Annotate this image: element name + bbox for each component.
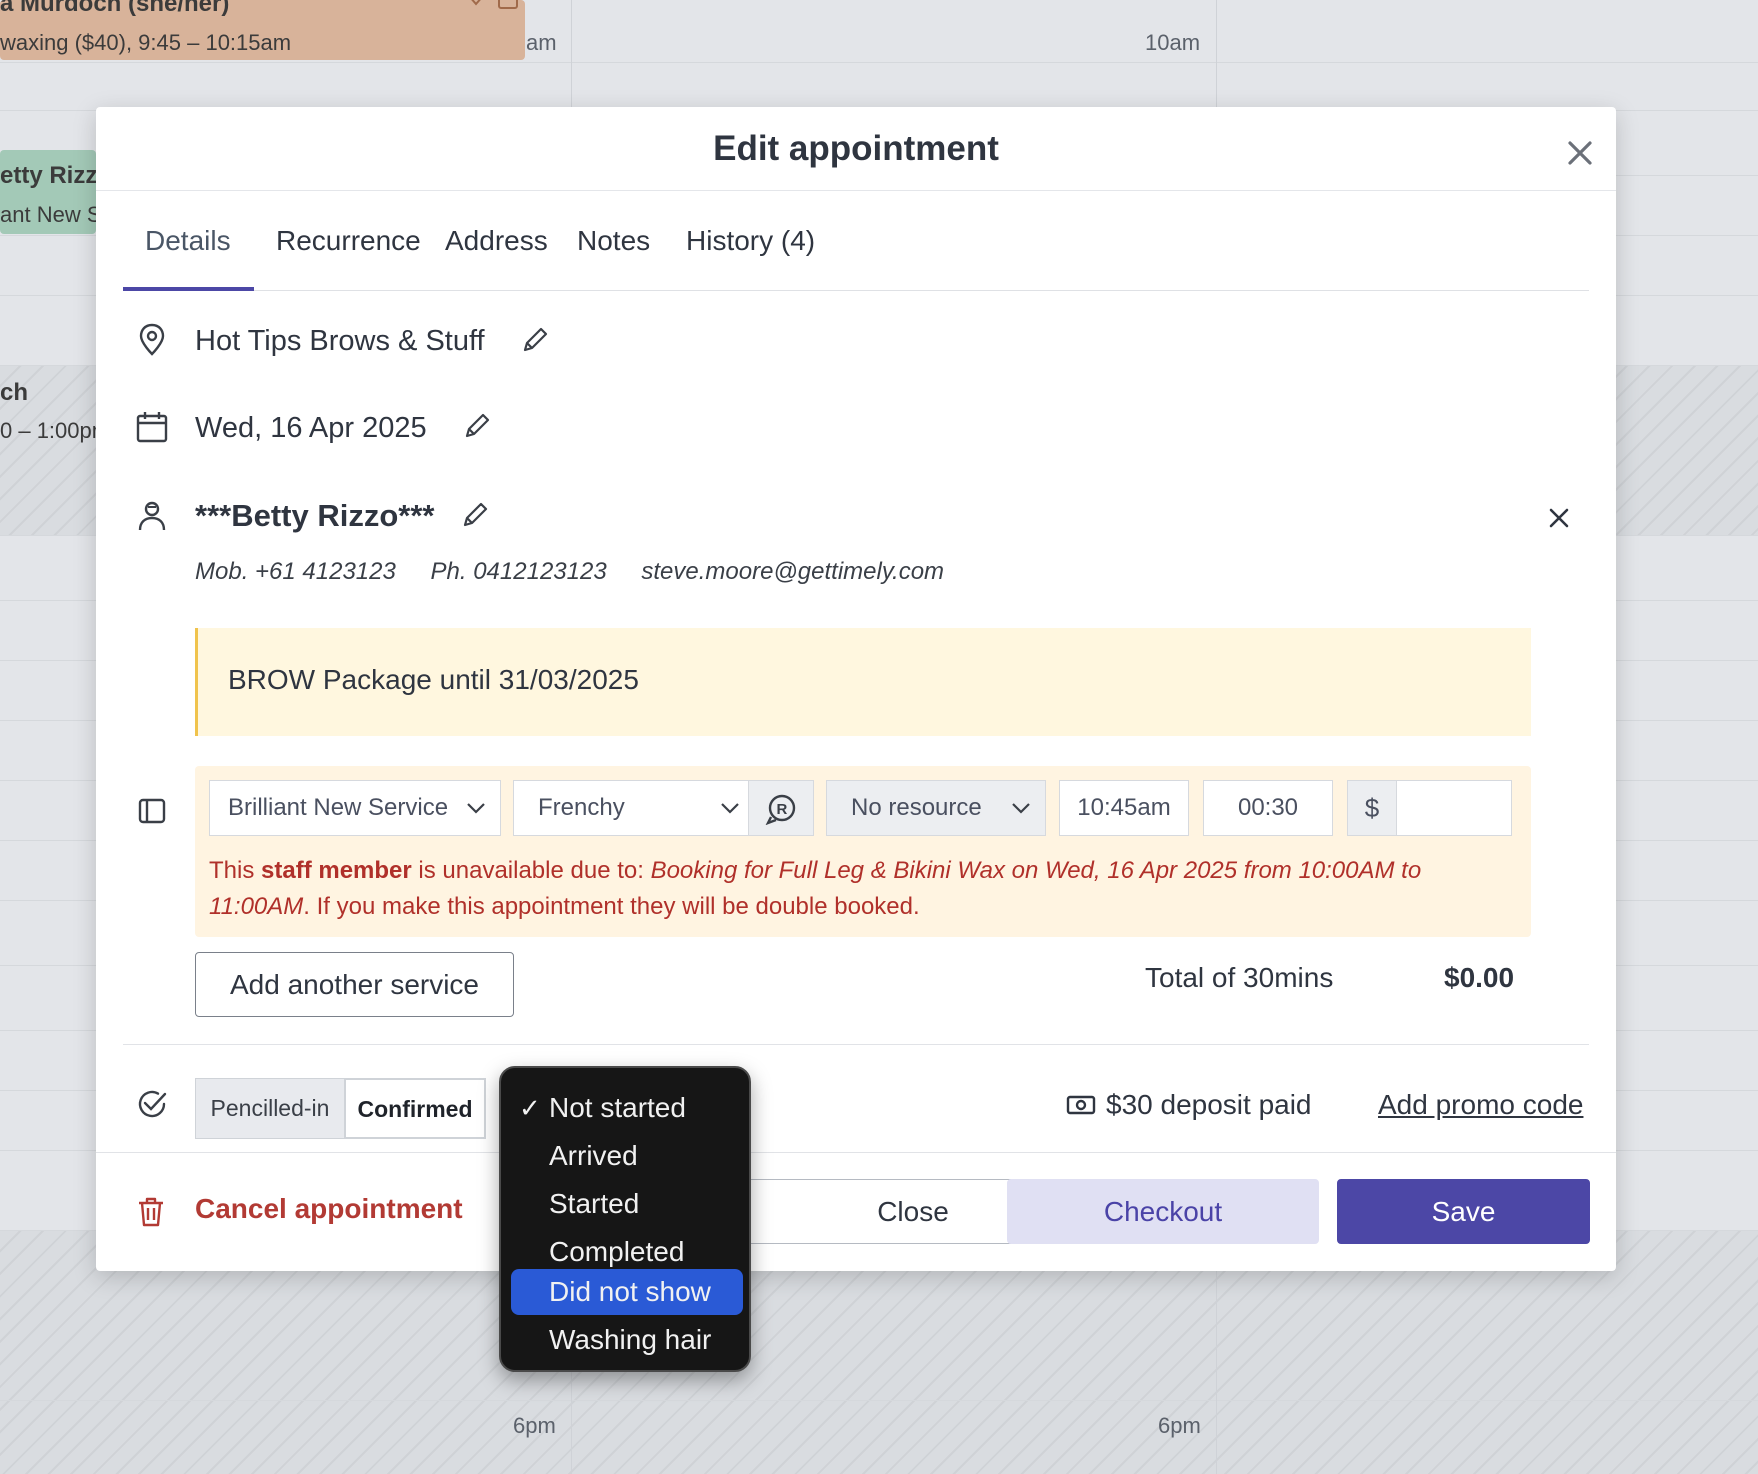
close-icon[interactable] (1562, 135, 1598, 171)
checkmark-icon: ✓ (519, 1093, 541, 1123)
cash-icon (1066, 1095, 1096, 1115)
appointment-detail: waxing ($40), 9:45 – 10:15am (0, 30, 292, 55)
tab-recurrence[interactable]: Recurrence (254, 191, 443, 291)
calendar-icon (136, 412, 168, 443)
add-another-service-button[interactable]: Add another service (195, 952, 514, 1017)
chevron-down-icon (467, 803, 485, 814)
add-promo-code-link[interactable]: Add promo code (1378, 1089, 1583, 1121)
deposit-status: $30 deposit paid (1106, 1089, 1312, 1120)
service-select-value: Brilliant New Service (228, 794, 449, 821)
total-duration: Total of 30mins (1145, 962, 1334, 993)
divider (123, 1044, 1589, 1045)
calendar-appointment-card[interactable]: ch 0 – 1:00pm (0, 375, 96, 465)
active-tab-indicator (123, 287, 254, 291)
service-icon (138, 798, 166, 824)
modal-title: Edit appointment (713, 129, 999, 168)
appointment-date: Wed, 16 Apr 2025 (195, 412, 427, 444)
pin-icon (471, 0, 481, 6)
edit-client-pencil-icon[interactable] (460, 500, 490, 530)
service-select[interactable]: Brilliant New Service (209, 780, 501, 836)
menu-item-label: Completed (549, 1236, 685, 1267)
warning-text: is unavailable due to: (411, 857, 651, 884)
trash-icon[interactable] (136, 1196, 166, 1228)
menu-item-started[interactable]: Started (511, 1181, 743, 1227)
edit-appointment-modal: Edit appointment Details Recurrence Addr… (96, 107, 1616, 1271)
svg-text:R: R (777, 801, 788, 818)
double-booking-warning: This staff member is unavailable due to:… (209, 853, 1509, 925)
chevron-down-icon (1012, 803, 1030, 814)
menu-item-arrived[interactable]: Arrived (511, 1133, 743, 1179)
remove-client-icon[interactable] (1548, 507, 1570, 529)
staff-select-value: Frenchy (538, 794, 625, 821)
status-check-icon (138, 1090, 167, 1118)
status-pencilled-in-button[interactable]: Pencilled-in (195, 1078, 345, 1139)
client-contacts: Mob. +61 4123123 Ph. 0412123123 steve.mo… (195, 558, 972, 586)
edit-date-pencil-icon[interactable] (462, 411, 492, 441)
warning-text: . If you make this appointment they will… (303, 893, 920, 920)
duration-input[interactable]: 00:30 (1203, 780, 1333, 836)
calendar-appointment-card[interactable]: etty Rizz ant New S (0, 150, 96, 234)
resource-select[interactable]: No resource (826, 780, 1046, 836)
checkout-button[interactable]: Checkout (1007, 1179, 1319, 1244)
tab-notes[interactable]: Notes (555, 191, 672, 291)
tab-bar: Details Recurrence Address Notes History… (123, 191, 1589, 291)
service-line: Brilliant New Service Frenchy R No resou… (195, 766, 1531, 937)
menu-item-not-started[interactable]: ✓ Not started (511, 1085, 743, 1131)
appointment-client-name: ch (0, 379, 29, 406)
total-price: $0.00 (1444, 962, 1515, 993)
appointment-client-name: etty Rizz (0, 162, 96, 189)
client-icon (138, 501, 166, 531)
menu-item-label: Not started (549, 1092, 686, 1123)
client-note-text: BROW Package until 31/03/2025 (228, 664, 639, 695)
menu-item-label: Washing hair (549, 1324, 712, 1355)
footer-divider (96, 1152, 1616, 1153)
cancel-appointment-button[interactable]: Cancel appointment (195, 1193, 463, 1225)
client-name[interactable]: ***Betty Rizzo*** (195, 498, 434, 534)
menu-item-label: Did not show (549, 1276, 711, 1307)
check-calendar-icon (498, 0, 518, 9)
location-pin-icon (139, 323, 165, 356)
client-email[interactable]: steve.moore@gettimely.com (641, 558, 944, 585)
start-time-input[interactable]: 10:45am (1059, 780, 1189, 836)
menu-item-did-not-show[interactable]: Did not show (511, 1269, 743, 1315)
time-label: 6pm (1158, 1413, 1201, 1438)
requested-staff-icon: R (765, 794, 796, 825)
staff-request-toggle[interactable]: R (748, 780, 814, 836)
progress-status-menu: ✓ Not started Arrived Started Completed … (499, 1066, 751, 1372)
modal-header: Edit appointment (96, 107, 1616, 191)
chevron-down-icon (721, 803, 739, 814)
edit-location-pencil-icon[interactable] (520, 325, 550, 355)
time-label: 6pm (513, 1413, 556, 1438)
warning-emphasis: staff member (261, 857, 412, 884)
time-label: am (526, 30, 557, 55)
status-confirmed-button[interactable]: Confirmed (344, 1078, 486, 1139)
staff-select[interactable]: Frenchy (513, 780, 749, 836)
currency-prefix: $ (1347, 780, 1397, 836)
menu-item-label: Started (549, 1188, 640, 1219)
menu-item-washing-hair[interactable]: Washing hair (511, 1317, 743, 1363)
appointment-detail: 0 – 1:00pm (0, 418, 96, 443)
price-input[interactable] (1396, 780, 1512, 836)
tab-details[interactable]: Details (123, 191, 253, 291)
calendar-appointment-card[interactable]: a Murdoch (she/her) waxing ($40), 9:45 –… (0, 0, 525, 60)
tab-history[interactable]: History (4) (664, 191, 837, 291)
warning-text: This (209, 857, 262, 884)
appointment-client-name: a Murdoch (she/her) (0, 0, 230, 17)
menu-item-label: Arrived (549, 1140, 638, 1171)
save-button[interactable]: Save (1337, 1179, 1590, 1244)
location-name: Hot Tips Brows & Stuff (195, 325, 485, 357)
tab-address[interactable]: Address (423, 191, 570, 291)
client-note-banner: BROW Package until 31/03/2025 (195, 628, 1531, 736)
client-phone[interactable]: Ph. 0412123123 (431, 558, 607, 585)
appointment-detail: ant New S (0, 202, 96, 227)
time-label: 10am (1145, 30, 1201, 55)
resource-select-value: No resource (851, 794, 982, 821)
client-mobile[interactable]: Mob. +61 4123123 (195, 558, 396, 585)
